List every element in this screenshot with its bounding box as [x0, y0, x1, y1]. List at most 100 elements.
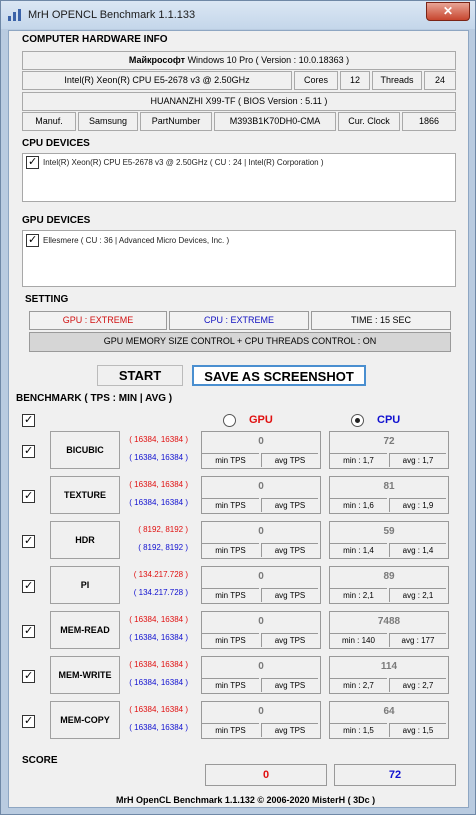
- cpu-result-box: 72 min : 1,7 avg : 1,7: [329, 431, 449, 469]
- gpu-radio[interactable]: [223, 414, 236, 427]
- partnumber-label: PartNumber: [140, 112, 212, 131]
- cpu-avg-tps: avg : 1,7: [389, 453, 446, 467]
- bench-checkbox[interactable]: [22, 444, 35, 458]
- gpu-tps: 0: [258, 661, 264, 672]
- gpu-avg-tps: avg TPS: [261, 678, 318, 692]
- window-title: MrH OPENCL Benchmark 1.1.133: [28, 9, 196, 21]
- cpu-avg-tps: avg : 1,4: [389, 543, 446, 557]
- setting-heading: SETTING: [25, 294, 69, 305]
- gpu-avg-tps: avg TPS: [261, 588, 318, 602]
- gpu-tps: 0: [258, 616, 264, 627]
- score-label: SCORE: [22, 755, 58, 766]
- cpu-result-box: 59 min : 1,4 avg : 1,4: [329, 521, 449, 559]
- manuf-value: Samsung: [78, 112, 138, 131]
- close-button[interactable]: ✕: [426, 2, 470, 21]
- cpu-min-tps: min : 1,5: [330, 723, 387, 737]
- gpu-avg-tps: avg TPS: [261, 723, 318, 737]
- threads-value: 24: [424, 71, 456, 90]
- gpu-resolution: ( 16384, 16384 ): [129, 660, 188, 669]
- gpu-tps: 0: [258, 481, 264, 492]
- gpu-result-box: 0 min TPS avg TPS: [201, 476, 321, 514]
- app-window: MrH OPENCL Benchmark 1.1.133 ✕ COMPUTER …: [0, 0, 476, 815]
- benchmark-heading: BENCHMARK ( TPS : MIN | AVG ): [16, 393, 173, 404]
- gpu-tps: 0: [258, 571, 264, 582]
- cpu-resolution: ( 8192, 8192 ): [138, 543, 188, 552]
- gpu-min-tps: min TPS: [202, 678, 259, 692]
- gpu-min-tps: min TPS: [202, 543, 259, 557]
- os-version: Windows 10 Pro ( Version : 10.0.18363 ): [187, 55, 350, 65]
- cpu-tps: 7488: [377, 616, 401, 627]
- start-button[interactable]: START: [97, 365, 183, 386]
- bench-checkbox[interactable]: [22, 714, 35, 728]
- bench-checkbox[interactable]: [22, 669, 35, 683]
- cpu-result-box: 64 min : 1,5 avg : 1,5: [329, 701, 449, 739]
- bench-checkbox[interactable]: [22, 489, 35, 503]
- os-maker: Майкрософт: [128, 55, 186, 65]
- cpu-avg-tps: avg : 1,5: [389, 723, 446, 737]
- cpu-tps: 81: [383, 481, 395, 492]
- main-panel: COMPUTER HARDWARE INFO Майкрософт Window…: [8, 30, 469, 808]
- gpu-tps: 0: [258, 706, 264, 717]
- gpu-avg-tps: avg TPS: [261, 498, 318, 512]
- bench-checkbox[interactable]: [22, 534, 35, 548]
- cpu-tps: 114: [380, 661, 398, 672]
- partnumber-value: M393B1K70DH0-CMA: [214, 112, 336, 131]
- cpu-setting: CPU : EXTREME: [169, 311, 309, 330]
- cores-value: 12: [340, 71, 370, 90]
- cpu-radio[interactable]: [351, 414, 364, 427]
- cpu-resolution: ( 16384, 16384 ): [129, 723, 188, 732]
- cpu-resolution: ( 16384, 16384 ): [129, 678, 188, 687]
- gpu-min-tps: min TPS: [202, 633, 259, 647]
- cpu-device-checkbox[interactable]: [26, 155, 39, 169]
- control-setting: GPU MEMORY SIZE CONTROL + CPU THREADS CO…: [29, 332, 451, 352]
- cpu-avg-tps: avg : 2,7: [389, 678, 446, 692]
- gpu-result-box: 0 min TPS avg TPS: [201, 701, 321, 739]
- threads-label: Threads: [372, 71, 422, 90]
- app-icon: [8, 9, 21, 21]
- cpu-device-label: Intel(R) Xeon(R) CPU E5-2678 v3 @ 2.50GH…: [43, 158, 324, 167]
- gpu-setting: GPU : EXTREME: [29, 311, 167, 330]
- gpu-resolution: ( 16384, 16384 ): [129, 615, 188, 624]
- cpu-score: 72: [334, 764, 456, 786]
- gpu-device-label: Ellesmere ( CU : 36 | Advanced Micro Dev…: [43, 236, 230, 245]
- gpu-radio-label: GPU: [249, 414, 273, 426]
- gpu-avg-tps: avg TPS: [261, 543, 318, 557]
- cpu-result-box: 81 min : 1,6 avg : 1,9: [329, 476, 449, 514]
- gpu-tps: 0: [258, 436, 264, 447]
- title-bar[interactable]: MrH OPENCL Benchmark 1.1.133 ✕: [1, 1, 475, 29]
- hardware-heading: COMPUTER HARDWARE INFO: [22, 34, 168, 45]
- gpu-min-tps: min TPS: [202, 498, 259, 512]
- cpu-resolution: ( 16384, 16384 ): [129, 633, 188, 642]
- gpu-avg-tps: avg TPS: [261, 453, 318, 467]
- manuf-label: Manuf.: [22, 112, 76, 131]
- gpu-device-checkbox[interactable]: [26, 233, 39, 247]
- cpu-min-tps: min : 140: [330, 633, 387, 647]
- bench-checkbox[interactable]: [22, 579, 35, 593]
- bench-checkbox[interactable]: [22, 624, 35, 638]
- cpu-tps: 72: [383, 436, 395, 447]
- gpu-resolution: ( 8192, 8192 ): [138, 525, 188, 534]
- clock-label: Cur. Clock: [338, 112, 400, 131]
- gpu-min-tps: min TPS: [202, 588, 259, 602]
- gpu-resolution: ( 16384, 16384 ): [129, 480, 188, 489]
- cpu-resolution: ( 16384, 16384 ): [129, 453, 188, 462]
- gpu-avg-tps: avg TPS: [261, 633, 318, 647]
- gpu-resolution: ( 16384, 16384 ): [129, 705, 188, 714]
- cpu-result-box: 114 min : 2,7 avg : 2,7: [329, 656, 449, 694]
- gpu-resolution: ( 16384, 16384 ): [129, 435, 188, 444]
- select-all-checkbox[interactable]: [22, 413, 35, 427]
- gpu-resolution: ( 134.217.728 ): [133, 570, 188, 579]
- footer-text: MrH OpenCL Benchmark 1.1.132 © 2006-2020…: [116, 795, 376, 805]
- gpu-device-list: Ellesmere ( CU : 36 | Advanced Micro Dev…: [22, 230, 456, 287]
- time-setting: TIME : 15 SEC: [311, 311, 451, 330]
- cpu-result-box: 7488 min : 140 avg : 177: [329, 611, 449, 649]
- cpu-resolution: ( 134.217.728 ): [133, 588, 188, 597]
- cpu-avg-tps: avg : 2,1: [389, 588, 446, 602]
- cpu-tps: 64: [383, 706, 395, 717]
- cpu-min-tps: min : 1,6: [330, 498, 387, 512]
- gpu-min-tps: min TPS: [202, 453, 259, 467]
- gpu-result-box: 0 min TPS avg TPS: [201, 611, 321, 649]
- gpu-result-box: 0 min TPS avg TPS: [201, 566, 321, 604]
- save-screenshot-button[interactable]: SAVE AS SCREENSHOT: [192, 365, 366, 386]
- os-info: Майкрософт Windows 10 Pro ( Version : 10…: [22, 51, 456, 70]
